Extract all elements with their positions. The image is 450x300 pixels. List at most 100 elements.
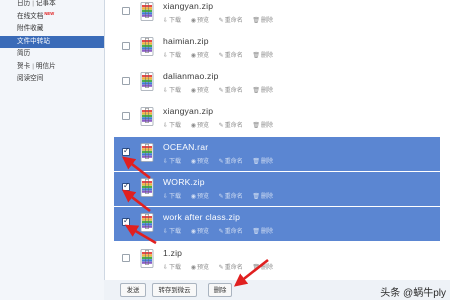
zip-archive-icon (140, 213, 154, 232)
separator: | (32, 62, 34, 70)
new-badge: NEW (44, 10, 55, 16)
file-row[interactable]: work after class.zip ⇩下载 ◉预览 ✎重命名 🗑删除 (114, 207, 440, 241)
sidebar-item-online-docs[interactable]: 在线文档NEW (0, 11, 104, 24)
preview-link[interactable]: ◉预览 (191, 159, 209, 165)
preview-link[interactable]: ◉预览 (191, 194, 209, 200)
sidebar-item-label[interactable]: 明信片 (36, 63, 56, 70)
download-label: 下载 (169, 194, 182, 200)
sidebar-item-calendar-notes[interactable]: 日历 | 记事本 (0, 0, 104, 11)
rename-link[interactable]: ✎重命名 (219, 229, 243, 235)
delete-label: 删除 (261, 194, 274, 200)
rename-link[interactable]: ✎重命名 (219, 159, 243, 165)
preview-link[interactable]: ◉预览 (191, 18, 209, 24)
send-button[interactable]: 发送 (120, 283, 146, 297)
rename-label: 重命名 (224, 265, 243, 271)
download-icon: ⇩ (163, 88, 169, 94)
preview-link[interactable]: ◉预览 (191, 123, 209, 129)
pencil-icon: ✎ (218, 88, 224, 94)
download-icon: ⇩ (163, 18, 169, 24)
file-checkbox[interactable] (122, 254, 130, 262)
file-name[interactable]: work after class.zip (163, 212, 240, 222)
sidebar-item-cards-postcards[interactable]: 贺卡 | 明信片 (0, 61, 104, 74)
file-row[interactable]: OCEAN.rar ⇩下载 ◉预览 ✎重命名 🗑删除 (114, 137, 440, 171)
delete-button[interactable]: 删除 (208, 283, 232, 297)
file-name[interactable]: OCEAN.rar (163, 142, 208, 152)
sidebar-item-label[interactable]: 贺卡 (17, 63, 30, 70)
sidebar-item-file-transfer[interactable]: 文件中转站 (0, 35, 104, 48)
file-checkbox[interactable] (122, 216, 130, 226)
rename-link[interactable]: ✎重命名 (219, 265, 243, 271)
delete-label: 删除 (261, 265, 274, 271)
delete-link[interactable]: 🗑删除 (252, 123, 273, 129)
download-link[interactable]: ⇩下载 (163, 159, 181, 165)
file-row[interactable]: 1.zip ⇩下载 ◉预览 ✎重命名 🗑删除 (114, 243, 440, 277)
preview-label: 预览 (196, 265, 209, 271)
delete-link[interactable]: 🗑删除 (252, 229, 273, 235)
file-row[interactable]: dalianmao.zip ⇩下载 ◉预览 ✎重命名 🗑删除 (114, 66, 440, 100)
download-icon: ⇩ (163, 265, 169, 271)
download-icon: ⇩ (163, 159, 169, 165)
file-checkbox[interactable] (122, 146, 130, 156)
trash-icon: 🗑 (252, 194, 260, 200)
preview-label: 预览 (196, 159, 209, 165)
file-row[interactable]: xiangyan.zip ⇩下载 ◉预览 ✎重命名 🗑删除 (114, 0, 440, 30)
delete-link[interactable]: 🗑删除 (252, 18, 273, 24)
zip-archive-icon (140, 72, 154, 91)
download-link[interactable]: ⇩下载 (163, 229, 181, 235)
preview-link[interactable]: ◉预览 (191, 53, 209, 59)
sidebar-item-resume[interactable]: 简历 (0, 48, 104, 61)
download-label: 下载 (169, 159, 182, 165)
file-row[interactable]: haimian.zip ⇩下载 ◉预览 ✎重命名 🗑删除 (114, 31, 440, 65)
zip-archive-icon (140, 2, 154, 21)
pencil-icon: ✎ (218, 18, 224, 24)
save-to-cloud-button[interactable]: 转存到微云 (152, 283, 197, 297)
sidebar-item-label[interactable]: 日历 (17, 0, 30, 7)
eye-icon: ◉ (190, 229, 196, 235)
download-link[interactable]: ⇩下载 (163, 194, 181, 200)
rename-link[interactable]: ✎重命名 (219, 194, 243, 200)
trash-icon: 🗑 (252, 123, 260, 129)
rename-label: 重命名 (224, 159, 243, 165)
rename-link[interactable]: ✎重命名 (219, 53, 243, 59)
sidebar-item-reading-space[interactable]: 阅读空间 (0, 73, 104, 86)
file-name[interactable]: haimian.zip (163, 36, 209, 46)
file-name[interactable]: xiangyan.zip (163, 106, 213, 116)
rename-link[interactable]: ✎重命名 (219, 123, 243, 129)
delete-link[interactable]: 🗑删除 (252, 53, 273, 59)
download-link[interactable]: ⇩下载 (163, 53, 181, 59)
download-label: 下载 (169, 88, 182, 94)
delete-link[interactable]: 🗑删除 (252, 159, 273, 165)
file-row[interactable]: xiangyan.zip ⇩下载 ◉预览 ✎重命名 🗑删除 (114, 101, 440, 135)
delete-link[interactable]: 🗑删除 (252, 88, 273, 94)
file-name[interactable]: xiangyan.zip (163, 1, 213, 11)
preview-link[interactable]: ◉预览 (191, 265, 209, 271)
pencil-icon: ✎ (218, 123, 224, 129)
delete-label: 删除 (261, 159, 274, 165)
file-actions: ⇩下载 ◉预览 ✎重命名 🗑删除 (163, 50, 281, 59)
delete-link[interactable]: 🗑删除 (252, 265, 273, 271)
file-checkbox[interactable] (122, 181, 130, 191)
preview-link[interactable]: ◉预览 (191, 88, 209, 94)
preview-link[interactable]: ◉预览 (191, 229, 209, 235)
delete-link[interactable]: 🗑删除 (252, 194, 273, 200)
download-link[interactable]: ⇩下载 (163, 18, 181, 24)
file-checkbox[interactable] (122, 112, 130, 120)
download-link[interactable]: ⇩下载 (163, 265, 181, 271)
rename-link[interactable]: ✎重命名 (219, 88, 243, 94)
file-actions: ⇩下载 ◉预览 ✎重命名 🗑删除 (163, 226, 281, 235)
file-row[interactable]: WORK.zip ⇩下载 ◉预览 ✎重命名 🗑删除 (114, 172, 440, 206)
file-checkbox[interactable] (122, 7, 130, 15)
file-name[interactable]: dalianmao.zip (163, 71, 219, 81)
rename-link[interactable]: ✎重命名 (219, 18, 243, 24)
file-name[interactable]: WORK.zip (163, 177, 205, 187)
pencil-icon: ✎ (218, 265, 224, 271)
file-actions: ⇩下载 ◉预览 ✎重命名 🗑删除 (163, 191, 281, 200)
download-link[interactable]: ⇩下载 (163, 123, 181, 129)
download-link[interactable]: ⇩下载 (163, 88, 181, 94)
file-checkbox[interactable] (122, 77, 130, 85)
sidebar-item-attachments[interactable]: 附件收藏 (0, 23, 104, 36)
delete-label: 删除 (261, 53, 274, 59)
sidebar-item-label[interactable]: 记事本 (36, 0, 56, 7)
file-name[interactable]: 1.zip (163, 248, 182, 258)
file-checkbox[interactable] (122, 42, 130, 50)
